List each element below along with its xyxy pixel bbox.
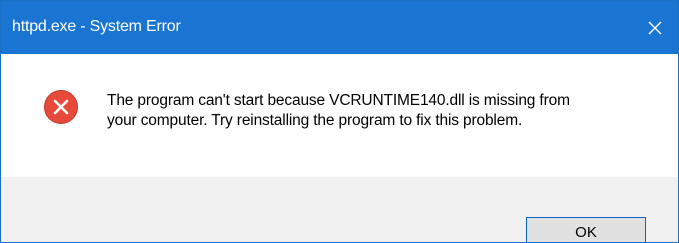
- close-icon: [648, 21, 662, 34]
- system-error-dialog: httpd.exe - System Error The program can…: [0, 0, 679, 243]
- error-message-line-2: your computer. Try reinstalling the prog…: [107, 112, 523, 129]
- error-message: The program can't start because VCRUNTIM…: [107, 91, 657, 131]
- window-title: httpd.exe - System Error: [12, 18, 181, 35]
- close-button[interactable]: [632, 1, 678, 54]
- error-icon: [44, 90, 78, 124]
- message-area: The program can't start because VCRUNTIM…: [1, 54, 678, 177]
- ok-button[interactable]: OK: [526, 217, 646, 242]
- title-bar[interactable]: httpd.exe - System Error: [1, 1, 678, 54]
- error-message-line-1: The program can't start because VCRUNTIM…: [107, 92, 570, 109]
- button-bar: OK: [1, 177, 678, 242]
